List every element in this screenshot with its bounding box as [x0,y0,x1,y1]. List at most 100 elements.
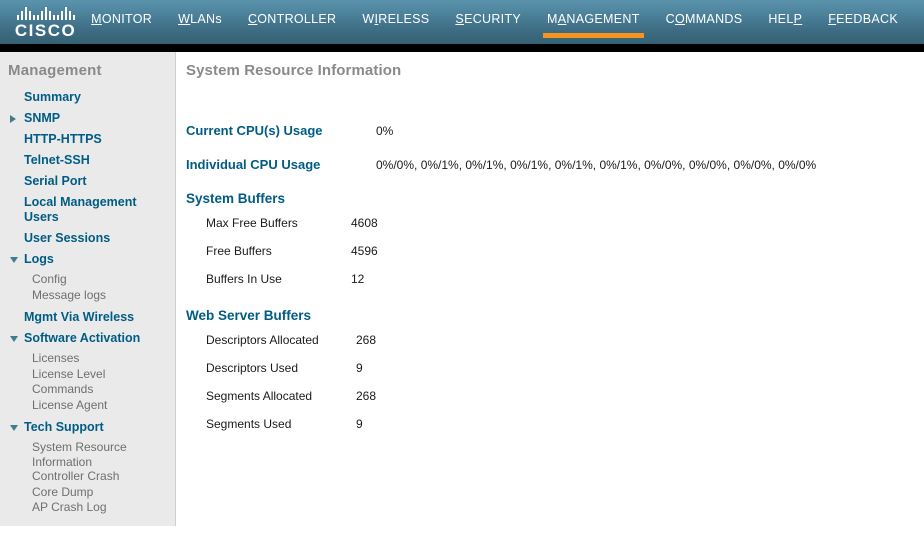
sidebar-item-user-sessions[interactable]: User Sessions [0,231,175,246]
sidebar-menu: Summary SNMP HTTP-HTTPS Telnet-SSH Serial Po… [0,90,175,516]
nav-item-label: FEEDBACK [828,12,898,26]
sidebar-item-label: Summary [24,90,81,104]
sidebar-item-serial-port[interactable]: Serial Port [0,174,175,189]
sidebar-item-mgmt-via-wireless[interactable]: Mgmt Via Wireless [0,310,175,325]
sidebar-subitem-message-logs[interactable]: Message logs [0,288,175,304]
sidebar-item-label: Tech Support [24,420,104,434]
cpu-row-value: 0%/0%, 0%/1%, 0%/1%, 0%/1%, 0%/1%, 0%/1%… [376,158,817,172]
detail-row-key: Segments Used [206,417,292,431]
cpu-row-value: 0% [376,124,394,138]
sidebar-subitem-commands[interactable]: Commands [0,382,175,398]
detail-row-value: 9 [356,417,363,431]
nav-item-wireless[interactable]: WIRELESS [362,9,429,38]
sidebar-subitem-license-level[interactable]: License Level [0,367,175,383]
sidebar-subitem-config[interactable]: Config [0,272,175,288]
nav-item-monitor[interactable]: MONITOR [91,9,152,38]
sidebar-item-software-activation[interactable]: Software Activation [0,331,175,346]
page-body: Management Summary SNMP HTTP-HTTPS Telnet-S… [0,52,924,535]
chevron-down-icon[interactable] [10,425,18,431]
sidebar-subgroup-software-activation: Licenses License Level Commands License Age… [0,351,175,413]
sidebar-item-label: Telnet-SSH [24,153,90,167]
nav-item-label: CONTROLLER [247,12,337,26]
nav-item-label: COMMANDS [665,12,743,26]
sidebar-item-tech-support[interactable]: Tech Support [0,420,175,435]
sidebar-item-snmp[interactable]: SNMP [0,111,175,126]
main-content: System Resource Information Current CPU(… [176,52,924,535]
detail-row-key: Descriptors Used [206,361,299,375]
sidebar-subitem-controller-crash[interactable]: Controller Crash [0,469,175,485]
detail-row-key: Buffers In Use [206,272,282,286]
detail-row: Max Free Buffers 4608 [186,216,924,230]
sidebar-item-local-management-users[interactable]: Local Management Users [0,195,175,225]
web-server-buffers-heading: Web Server Buffers [186,308,312,323]
detail-row-value: 268 [356,333,377,347]
web-server-buffers-section: Web Server Buffers Descriptors Allocated… [186,308,924,431]
nav-item-label: HELP [768,12,803,26]
detail-row: Descriptors Allocated 268 [186,333,924,347]
detail-row: Buffers In Use 12 [186,272,924,286]
nav-item-wlans[interactable]: WLANs [178,9,222,38]
sidebar-item-label: Serial Port [24,174,87,188]
chevron-down-icon[interactable] [10,336,18,342]
nav-item-feedback[interactable]: FEEDBACK [828,9,898,38]
sidebar-item-label: SNMP [24,111,61,125]
detail-row-value: 4596 [351,244,378,258]
sidebar-item-logs[interactable]: Logs [0,252,175,267]
sidebar-subitem-ap-crash-log[interactable]: AP Crash Log [0,500,175,516]
chevron-right-icon[interactable] [10,115,16,123]
detail-row: Segments Allocated 268 [186,389,924,403]
detail-row-key: Segments Allocated [206,389,313,403]
web-server-buffers-rows: Descriptors Allocated 268 Descriptors Used… [186,333,924,431]
detail-row-value: 4608 [351,216,378,230]
system-buffers-heading: System Buffers [186,191,286,206]
detail-row-key: Free Buffers [206,244,272,258]
nav-item-label: SECURITY [455,12,522,26]
sidebar: Management Summary SNMP HTTP-HTTPS Telnet-S… [0,52,176,526]
chevron-down-icon[interactable] [10,257,18,263]
nav-item-management[interactable]: MANAGEMENT [543,9,644,38]
system-buffers-rows: Max Free Buffers 4608 Free Buffers 4596 Buff… [186,216,924,286]
sidebar-subitem-licenses[interactable]: Licenses [0,351,175,367]
nav-item-label: MANAGEMENT [547,12,640,26]
detail-row: Segments Used 9 [186,417,924,431]
nav-item-label: WIRELESS [362,12,430,26]
cpu-row-label: Individual CPU Usage [186,157,321,172]
sidebar-subitem-core-dump[interactable]: Core Dump [0,485,175,501]
cpu-row: Current CPU(s) Usage 0% [186,123,924,138]
detail-row-value: 12 [351,272,365,286]
cisco-wordmark: CISCO [14,21,77,40]
cpu-usage-block: Current CPU(s) Usage 0% Individual CPU Usa… [186,123,924,172]
sidebar-item-label: Logs [24,252,54,266]
sidebar-item-label: Mgmt Via Wireless [24,310,135,324]
sidebar-item-label: HTTP-HTTPS [24,132,102,146]
app-header: CISCO MONITOR WLANs CONTROLLER WIRELESS SECU… [0,0,924,44]
cpu-row: Individual CPU Usage 0%/0%, 0%/1%, 0%/1%,… [186,157,924,172]
page-title: System Resource Information [186,62,402,79]
sidebar-item-telnet-ssh[interactable]: Telnet-SSH [0,153,175,168]
main-navigation: MONITOR WLANs CONTROLLER WIRELESS SECURITY MA… [91,0,924,44]
detail-row: Free Buffers 4596 [186,244,924,258]
sidebar-item-http-https[interactable]: HTTP-HTTPS [0,132,175,147]
sidebar-item-label: Software Activation [24,331,141,345]
sidebar-title: Management [8,62,102,79]
sidebar-subitem-license-agent[interactable]: License Agent [0,398,175,414]
cisco-logo[interactable]: CISCO [0,0,91,44]
detail-row-value: 268 [356,389,377,403]
sidebar-item-summary[interactable]: Summary [0,90,175,105]
sidebar-subitem-system-resource-information[interactable]: System Resource Information [0,440,175,469]
sidebar-item-label: User Sessions [24,231,111,245]
nav-item-commands[interactable]: COMMANDS [666,9,743,38]
detail-row-key: Descriptors Allocated [206,333,319,347]
cisco-logo-bars-icon [16,7,75,20]
detail-row-value: 9 [356,361,363,375]
nav-item-label: MONITOR [91,12,153,26]
header-divider [0,44,924,52]
nav-item-controller[interactable]: CONTROLLER [248,9,336,38]
sidebar-subgroup-tech-support: System Resource Information Controller Cr… [0,440,175,516]
system-buffers-section: System Buffers Max Free Buffers 4608 Free … [186,191,924,286]
cpu-row-label: Current CPU(s) Usage [186,123,323,138]
detail-row: Descriptors Used 9 [186,361,924,375]
nav-item-security[interactable]: SECURITY [455,9,521,38]
nav-item-help[interactable]: HELP [768,9,802,38]
sidebar-subgroup-logs: Config Message logs [0,272,175,303]
